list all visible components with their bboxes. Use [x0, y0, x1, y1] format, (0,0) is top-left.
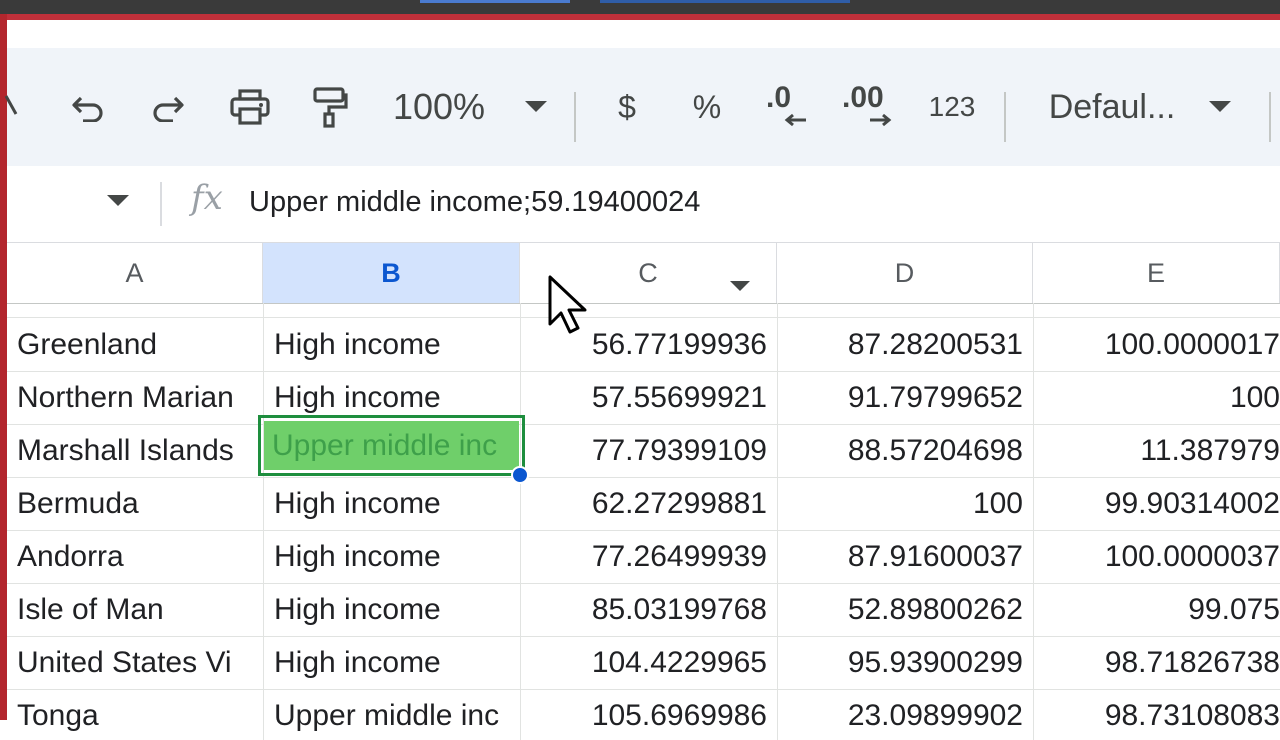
chevron-down-icon — [525, 101, 548, 113]
number-format-label: 123 — [928, 91, 976, 122]
table-row-partial — [7, 303, 1280, 318]
undo-button[interactable] — [63, 48, 113, 166]
decrease-decimal-label: .0 — [766, 81, 792, 114]
cell-e[interactable]: 100.0000037 — [1034, 530, 1280, 583]
cell-b[interactable]: High income — [264, 477, 521, 530]
currency-label: $ — [618, 88, 636, 125]
cell-c[interactable]: 105.6969986 — [521, 689, 778, 740]
decrease-decimal-button[interactable]: .0 — [759, 48, 819, 166]
toolbar-divider — [574, 92, 576, 142]
cell-e[interactable]: 99.075 — [1034, 583, 1280, 636]
cell-e[interactable]: 99.90314002 — [1034, 477, 1280, 530]
cell-c[interactable]: 104.4229965 — [521, 636, 778, 689]
increase-decimal-button[interactable]: .00 — [837, 48, 903, 166]
column-header-d[interactable]: D — [777, 243, 1033, 303]
format-percent-button[interactable]: % — [682, 48, 732, 166]
cell-b[interactable]: Upper middle inc — [264, 689, 521, 740]
cell-a[interactable]: Marshall Islands — [7, 424, 264, 477]
arrow-right-icon — [868, 113, 892, 127]
cell-d[interactable]: 91.79799652 — [778, 371, 1034, 424]
cell-d[interactable]: 88.57204698 — [778, 424, 1034, 477]
table-row: Northern Marian High income 57.55699921 … — [7, 371, 1280, 425]
cell-d[interactable]: 52.89800262 — [778, 583, 1034, 636]
more-formats-button[interactable]: 123 — [922, 48, 982, 166]
cell-e[interactable]: 100 — [1034, 371, 1280, 424]
formula-bar: fx Upper middle income;59.19400024 — [7, 166, 1280, 242]
cell-b[interactable]: High income — [264, 636, 521, 689]
table-row: United States Vi High income 104.4229965… — [7, 636, 1280, 690]
font-dropdown[interactable]: Defaul... — [1035, 48, 1245, 166]
mouse-cursor-icon — [547, 274, 591, 341]
cell-b[interactable]: High income — [264, 583, 521, 636]
toolbar-divider — [1004, 92, 1006, 142]
cell-a[interactable]: Tonga — [7, 689, 264, 740]
cell-d[interactable]: 100 — [778, 477, 1034, 530]
fx-icon: fx — [191, 178, 223, 218]
filter-chevron-down-icon[interactable] — [730, 268, 750, 299]
cell-a[interactable]: Bermuda — [7, 477, 264, 530]
column-headers: A B C D E — [7, 242, 1280, 304]
cell-a[interactable]: Andorra — [7, 530, 264, 583]
spreadsheet-app: 100% $ % .0 .00 123 Defaul... fx Upper m… — [4, 20, 1280, 740]
browser-tab-indicator — [420, 0, 570, 3]
cell-b[interactable]: High income — [264, 371, 521, 424]
increase-decimal-label: .00 — [842, 81, 884, 114]
column-header-e[interactable]: E — [1033, 243, 1280, 303]
grid-body: Greenland High income 56.77199936 87.282… — [7, 303, 1280, 740]
formula-input[interactable]: Upper middle income;59.19400024 — [249, 186, 700, 219]
chevron-down-icon — [107, 194, 129, 211]
cell-c[interactable]: 85.03199768 — [521, 583, 778, 636]
search-menu-icon[interactable] — [1, 48, 21, 166]
paint-format-button[interactable] — [305, 48, 355, 166]
cell-d[interactable]: 87.28200531 — [778, 318, 1034, 371]
cell-d[interactable]: 87.91600037 — [778, 530, 1034, 583]
table-row: Isle of Man High income 85.03199768 52.8… — [7, 583, 1280, 637]
redo-icon — [151, 92, 185, 122]
cell-c[interactable]: 77.79399109 — [521, 424, 778, 477]
column-header-c-label: C — [638, 257, 658, 288]
paint-format-icon — [312, 86, 348, 128]
cell-e[interactable]: 100.0000017 — [1034, 318, 1280, 371]
undo-icon — [71, 92, 105, 122]
cell-c[interactable]: 62.27299881 — [521, 477, 778, 530]
cell-e[interactable]: 98.71826738 — [1034, 636, 1280, 689]
fill-handle[interactable] — [511, 466, 529, 484]
column-header-a[interactable]: A — [7, 243, 263, 303]
column-header-b[interactable]: B — [263, 243, 520, 303]
arrow-left-icon — [784, 113, 808, 127]
cell-d[interactable]: 95.93900299 — [778, 636, 1034, 689]
percent-label: % — [692, 88, 722, 125]
chevron-down-icon — [1209, 101, 1232, 113]
cell-a[interactable]: Isle of Man — [7, 583, 264, 636]
table-row: Marshall Islands 77.79399109 88.57204698… — [7, 424, 1280, 478]
print-button[interactable] — [225, 48, 275, 166]
format-currency-button[interactable]: $ — [602, 48, 652, 166]
cell-e[interactable]: 98.73108083 — [1034, 689, 1280, 740]
table-row: Greenland High income 56.77199936 87.282… — [7, 318, 1280, 372]
table-row: Tonga Upper middle inc 105.6969986 23.09… — [7, 689, 1280, 740]
table-row: Andorra High income 77.26499939 87.91600… — [7, 530, 1280, 584]
formula-divider — [160, 182, 162, 226]
print-icon — [230, 89, 270, 125]
cell-a[interactable]: United States Vi — [7, 636, 264, 689]
cell-c[interactable]: 57.55699921 — [521, 371, 778, 424]
font-name: Defaul... — [1048, 87, 1176, 126]
active-cell[interactable]: Upper middle inc — [264, 421, 519, 470]
cell-e[interactable]: 11.387979 — [1034, 424, 1280, 477]
toolbar-divider — [1269, 92, 1271, 142]
cell-d[interactable]: 23.09899902 — [778, 689, 1034, 740]
browser-tab-indicator-2 — [600, 0, 850, 3]
redo-button[interactable] — [143, 48, 193, 166]
zoom-value: 100% — [392, 86, 486, 127]
toolbar: 100% $ % .0 .00 123 Defaul... — [4, 48, 1280, 166]
cell-a[interactable]: Northern Marian — [7, 371, 264, 424]
cell-b[interactable]: High income — [264, 530, 521, 583]
zoom-dropdown[interactable]: 100% — [385, 48, 555, 166]
cell-b[interactable]: High income — [264, 318, 521, 371]
cell-a[interactable]: Greenland — [7, 318, 264, 371]
table-row: Bermuda High income 62.27299881 100 99.9… — [7, 477, 1280, 531]
cell-c[interactable]: 77.26499939 — [521, 530, 778, 583]
name-box-dropdown[interactable] — [107, 194, 129, 212]
